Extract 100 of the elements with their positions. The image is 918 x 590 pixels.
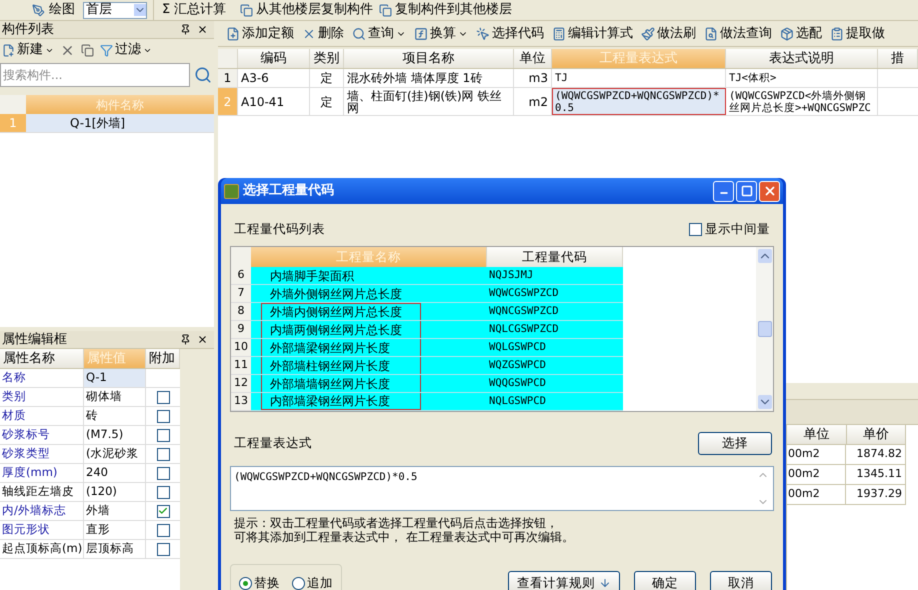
toolbar-button[interactable]: 提取做 — [828, 24, 887, 44]
component-name-cell[interactable]: Q-1[外墙] — [26, 114, 214, 132]
search-icon[interactable] — [194, 66, 212, 84]
quantity-name-cell[interactable]: 内墙两侧钢丝网片总长度 — [251, 321, 487, 339]
scrollbar[interactable] — [756, 247, 773, 411]
column-header[interactable]: 项目名称 — [344, 49, 514, 68]
property-value-cell[interactable]: 砌体墙 — [84, 388, 146, 406]
toolbar-button[interactable]: 换算 — [412, 24, 470, 44]
panel-title: 构件列表 — [2, 20, 54, 39]
mode-radio[interactable]: 追加 — [292, 574, 333, 590]
toolbar-button[interactable]: 查询 — [350, 24, 408, 44]
unit-cell: 00m2 — [787, 485, 846, 504]
scroll-thumb[interactable] — [758, 321, 772, 337]
row-number: 6 — [231, 267, 251, 285]
toolbar-button[interactable]: 添加定额 — [224, 24, 296, 44]
close-icon[interactable] — [197, 334, 208, 345]
quantity-name-cell[interactable]: 内部墙梁钢丝网片长度 — [251, 393, 487, 411]
column-header[interactable]: 单位 — [514, 49, 552, 68]
pin-icon[interactable] — [180, 24, 191, 35]
checkbox[interactable] — [156, 466, 170, 480]
expression-label: 工程量表达式 — [233, 434, 312, 452]
quantity-name-cell[interactable]: 外墙外侧钢丝网片总长度 — [251, 285, 487, 303]
close-button[interactable] — [759, 180, 780, 202]
minimize-button[interactable] — [713, 180, 734, 202]
quantity-name-cell[interactable]: 外墙内侧钢丝网片总长度 — [251, 303, 487, 321]
column-header[interactable]: 附加 — [146, 349, 180, 368]
copy-from-floor-button[interactable]: 从其他楼层复制构件 — [240, 0, 374, 20]
mode-radio[interactable]: 替换 — [239, 574, 280, 590]
new-button[interactable]: 新建 — [2, 40, 54, 60]
checkbox[interactable] — [156, 524, 170, 536]
column-header[interactable]: 单位 — [787, 425, 846, 445]
quantity-code-cell[interactable]: WQZGSWPCD — [487, 357, 623, 375]
quantity-name-cell[interactable]: 外部墙墙钢丝网片长度 — [251, 375, 487, 393]
column-header[interactable]: 措 — [878, 49, 918, 68]
quantity-code-cell[interactable]: NQLGSWPCD — [487, 393, 623, 411]
floor-select[interactable]: 首层 — [83, 2, 147, 18]
column-header[interactable]: 编码 — [238, 49, 310, 68]
checkbox[interactable] — [156, 448, 170, 460]
quantity-name-cell[interactable]: 外部墙柱钢丝网片长度 — [251, 357, 487, 375]
row-number: 11 — [231, 357, 251, 375]
quantity-code-cell[interactable]: NQLCGSWPZCD — [487, 321, 623, 339]
quantity-code-cell[interactable]: WQNCGSWPZCD — [487, 303, 623, 321]
column-header[interactable]: 属性名称 — [0, 349, 84, 368]
draw-button[interactable]: 绘图 — [30, 0, 77, 20]
toolbar-button[interactable]: 编辑计算式 — [550, 24, 635, 44]
dialog-button[interactable]: 查看计算规则 — [508, 571, 620, 590]
toolbar-button[interactable]: 选择代码 — [474, 24, 546, 44]
search-icon — [352, 26, 366, 40]
property-value-cell[interactable]: (120) — [84, 483, 146, 501]
scroll-down-icon[interactable] — [758, 395, 772, 409]
quantity-code-cell[interactable]: WQWCGSWPZCD — [487, 285, 623, 303]
brush-icon — [641, 26, 655, 40]
checkbox[interactable] — [156, 390, 170, 404]
quantity-name-cell[interactable]: 内墙脚手架面积 — [251, 267, 487, 285]
calculator-icon — [552, 26, 566, 40]
checkbox[interactable] — [156, 428, 170, 442]
property-value-cell[interactable]: 240 — [84, 464, 146, 482]
search-field[interactable]: 搜索构件... — [0, 63, 190, 87]
dialog-button[interactable]: 取消 — [710, 571, 772, 590]
select-button[interactable]: 选择 — [698, 432, 772, 455]
column-header[interactable]: 表达式说明 — [726, 49, 878, 68]
copy-icon[interactable] — [81, 44, 94, 56]
copy-to-floor-button[interactable]: 复制构件到其他楼层 — [379, 0, 512, 20]
dropdown-icon — [134, 4, 146, 16]
toolbar-button[interactable]: 做法查询 — [702, 24, 774, 44]
checkbox[interactable] — [156, 504, 170, 518]
property-value-cell[interactable]: 直形 — [84, 521, 146, 539]
filter-button[interactable]: 过滤 — [100, 40, 152, 60]
corner-cell — [231, 247, 251, 267]
property-value-cell[interactable]: (M7.5) — [84, 426, 146, 444]
show-intermediate-checkbox[interactable]: 显示中间量 — [689, 220, 770, 238]
sum-button[interactable]: Σ 汇总计算 — [153, 0, 234, 20]
checkbox[interactable] — [156, 542, 170, 556]
quantity-code-cell[interactable]: NQJSJMJ — [487, 267, 623, 285]
property-value-cell[interactable]: Q-1 — [84, 369, 146, 387]
checkbox[interactable] — [689, 222, 702, 236]
checkbox[interactable] — [156, 486, 170, 498]
close-icon[interactable] — [197, 24, 208, 35]
toolbar-button[interactable]: 选配 — [778, 24, 824, 44]
property-value-cell[interactable]: 砖 — [84, 407, 146, 425]
pin-icon[interactable] — [180, 334, 191, 345]
expression-value: (WQWCGSWPZCD+WQNCGSWPZCD)*0.5 — [233, 470, 418, 485]
property-value-cell[interactable]: (水泥砂浆 — [84, 445, 146, 463]
property-value-cell[interactable]: 层顶标高 — [84, 540, 146, 558]
scroll-up-icon[interactable] — [758, 249, 772, 263]
dialog-button[interactable]: 确定 — [634, 571, 696, 590]
dialog-title: 选择工程量代码 — [243, 182, 334, 200]
row-number: 1 — [0, 114, 26, 132]
corner-cell — [0, 95, 26, 114]
maximize-button[interactable] — [736, 180, 757, 202]
column-header[interactable]: 单价 — [846, 425, 906, 445]
toolbar-button[interactable]: 做法刷 — [639, 24, 698, 44]
checkbox[interactable] — [156, 410, 170, 422]
toolbar-button[interactable]: 删除 — [300, 24, 346, 44]
quantity-code-cell[interactable]: WQLGSWPCD — [487, 339, 623, 357]
property-value-cell[interactable]: 外墙 — [84, 502, 146, 520]
quantity-code-cell[interactable]: WQQGSWPCD — [487, 375, 623, 393]
column-header[interactable]: 工程量代码 — [487, 247, 623, 267]
column-header[interactable]: 类别 — [310, 49, 344, 68]
quantity-name-cell[interactable]: 外部墙梁钢丝网片长度 — [251, 339, 487, 357]
